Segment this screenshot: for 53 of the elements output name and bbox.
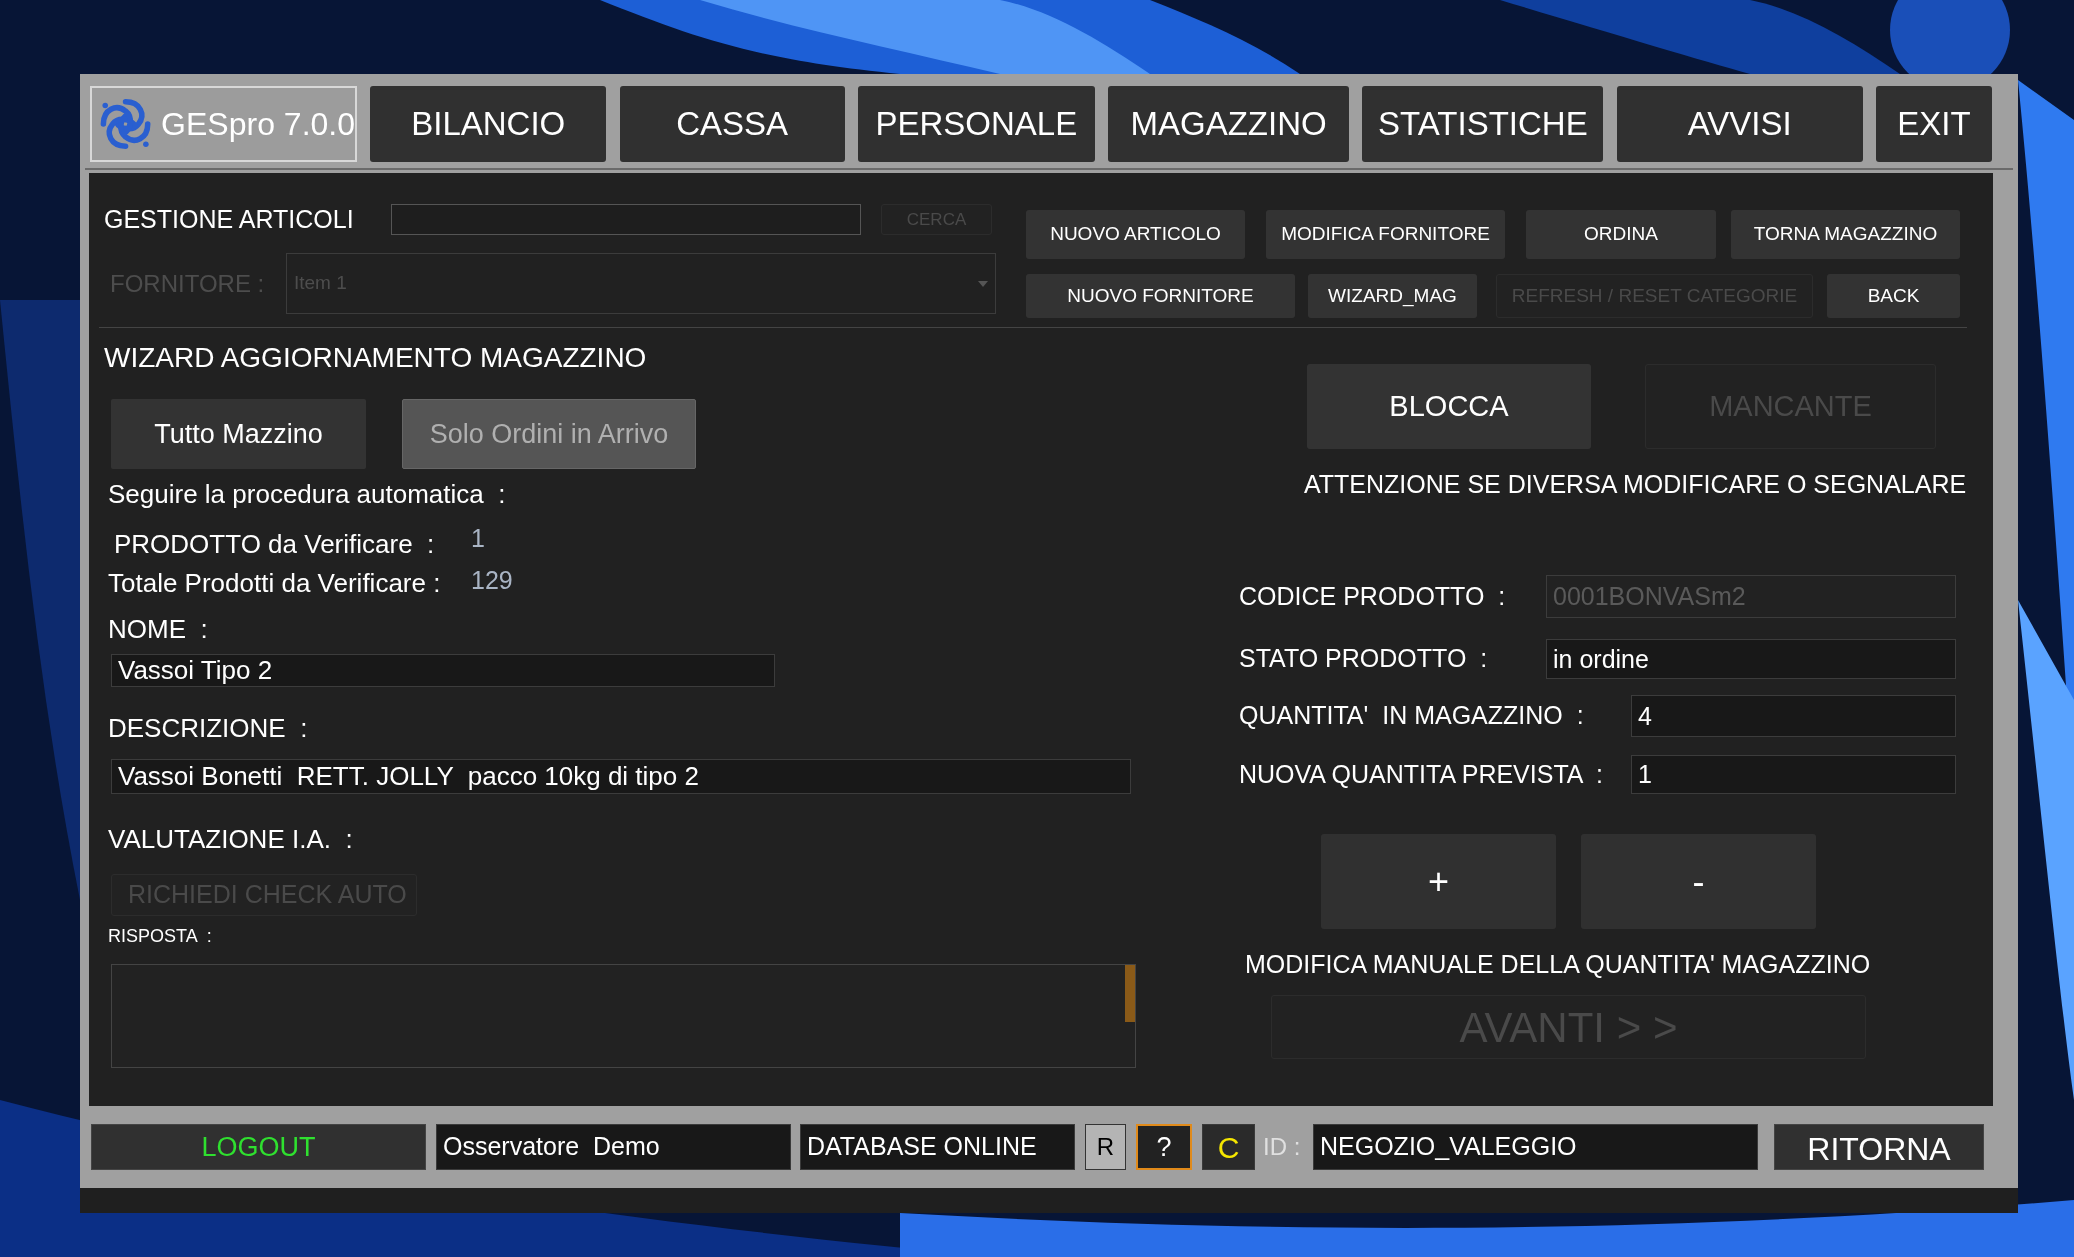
nav-button[interactable]: PERSONALE — [857, 86, 1095, 162]
id-field: NEGOZIO_VALEGGIO — [1313, 1124, 1758, 1170]
counter-label: PRODOTTO da Verificare : — [113, 527, 436, 561]
counter-label: Totale Prodotti da Verificare : — [107, 566, 442, 600]
status-field: DATABASE ONLINE — [800, 1124, 1075, 1170]
description-field[interactable]: Vassoi Bonetti RETT. JOLLY pacco 10kg di tipo 2 — [111, 759, 1131, 794]
input-field[interactable]: 1 — [1631, 755, 1956, 794]
instruction-text: Seguire la procedura automatica : — [108, 479, 507, 509]
action-button[interactable]: NUOVO FORNITORE — [1026, 274, 1295, 318]
action-button[interactable]: BACK — [1827, 274, 1960, 318]
field-label: CODICE PRODOTTO : — [1239, 580, 1507, 612]
caret-icon — [978, 280, 988, 287]
scrollbar-thumb[interactable] — [1125, 965, 1135, 1022]
field-label: RISPOSTA : — [108, 925, 213, 948]
action-button[interactable]: WIZARD_MAG — [1308, 274, 1477, 318]
field-label: NUOVA QUANTITA PREVISTA : — [1239, 758, 1604, 790]
mode-button[interactable]: Tutto Mazzino — [111, 399, 366, 469]
action-button[interactable]: BLOCCA — [1307, 364, 1591, 449]
plus-button[interactable]: + — [1321, 834, 1556, 929]
action-button[interactable]: NUOVO ARTICOLO — [1026, 210, 1245, 259]
warning-text: ATTENZIONE SE DIVERSA MODIFICARE O SEGNALARE — [1304, 469, 1967, 499]
id-label: ID : — [1263, 1132, 1302, 1162]
logout-button[interactable]: LOGOUT — [91, 1124, 426, 1170]
field-label: DESCRIZIONE : — [108, 713, 309, 743]
field-label: VALUTAZIONE I.A. : — [108, 824, 354, 854]
action-button[interactable]: ORDINA — [1526, 210, 1716, 259]
input-field[interactable]: in ordine — [1546, 639, 1956, 679]
action-button[interactable]: TORNA MAGAZZINO — [1731, 210, 1960, 259]
counter-value: 1 — [471, 523, 485, 555]
input-field[interactable]: 4 — [1631, 695, 1956, 737]
minus-button[interactable]: - — [1581, 834, 1816, 929]
help-button[interactable]: ? — [1136, 1124, 1192, 1170]
nav-button[interactable]: MAGAZZINO — [1108, 86, 1350, 162]
action-button[interactable]: MODIFICA FORNITORE — [1266, 210, 1505, 259]
response-box[interactable] — [111, 964, 1136, 1068]
nav-button[interactable]: EXIT — [1875, 86, 1992, 162]
r-button[interactable]: R — [1085, 1124, 1126, 1170]
nav-button[interactable]: CASSA — [619, 86, 845, 162]
nav-button[interactable]: AVVISI — [1616, 86, 1863, 162]
counter-value: 129 — [471, 565, 513, 597]
user-field: Osservatore Demo — [436, 1124, 791, 1170]
search-field[interactable] — [391, 204, 861, 235]
nav-button[interactable]: BILANCIO — [370, 86, 607, 162]
field-label: STATO PRODOTTO : — [1239, 643, 1489, 675]
note-text: MODIFICA MANUALE DELLA QUANTITA' MAGAZZINO — [1245, 949, 1872, 979]
field-label: QUANTITA' IN MAGAZZINO : — [1239, 700, 1585, 732]
nav-button[interactable]: STATISTICHE — [1362, 86, 1604, 162]
section-title: WIZARD AGGIORNAMENTO MAGAZZINO — [104, 341, 648, 375]
field-label: NOME : — [108, 614, 209, 644]
return-button[interactable]: RITORNA — [1774, 1124, 1984, 1170]
section-title: GESTIONE ARTICOLI — [104, 203, 355, 235]
name-field[interactable]: Vassoi Tipo 2 — [111, 654, 775, 687]
c-button[interactable]: C — [1202, 1124, 1255, 1170]
